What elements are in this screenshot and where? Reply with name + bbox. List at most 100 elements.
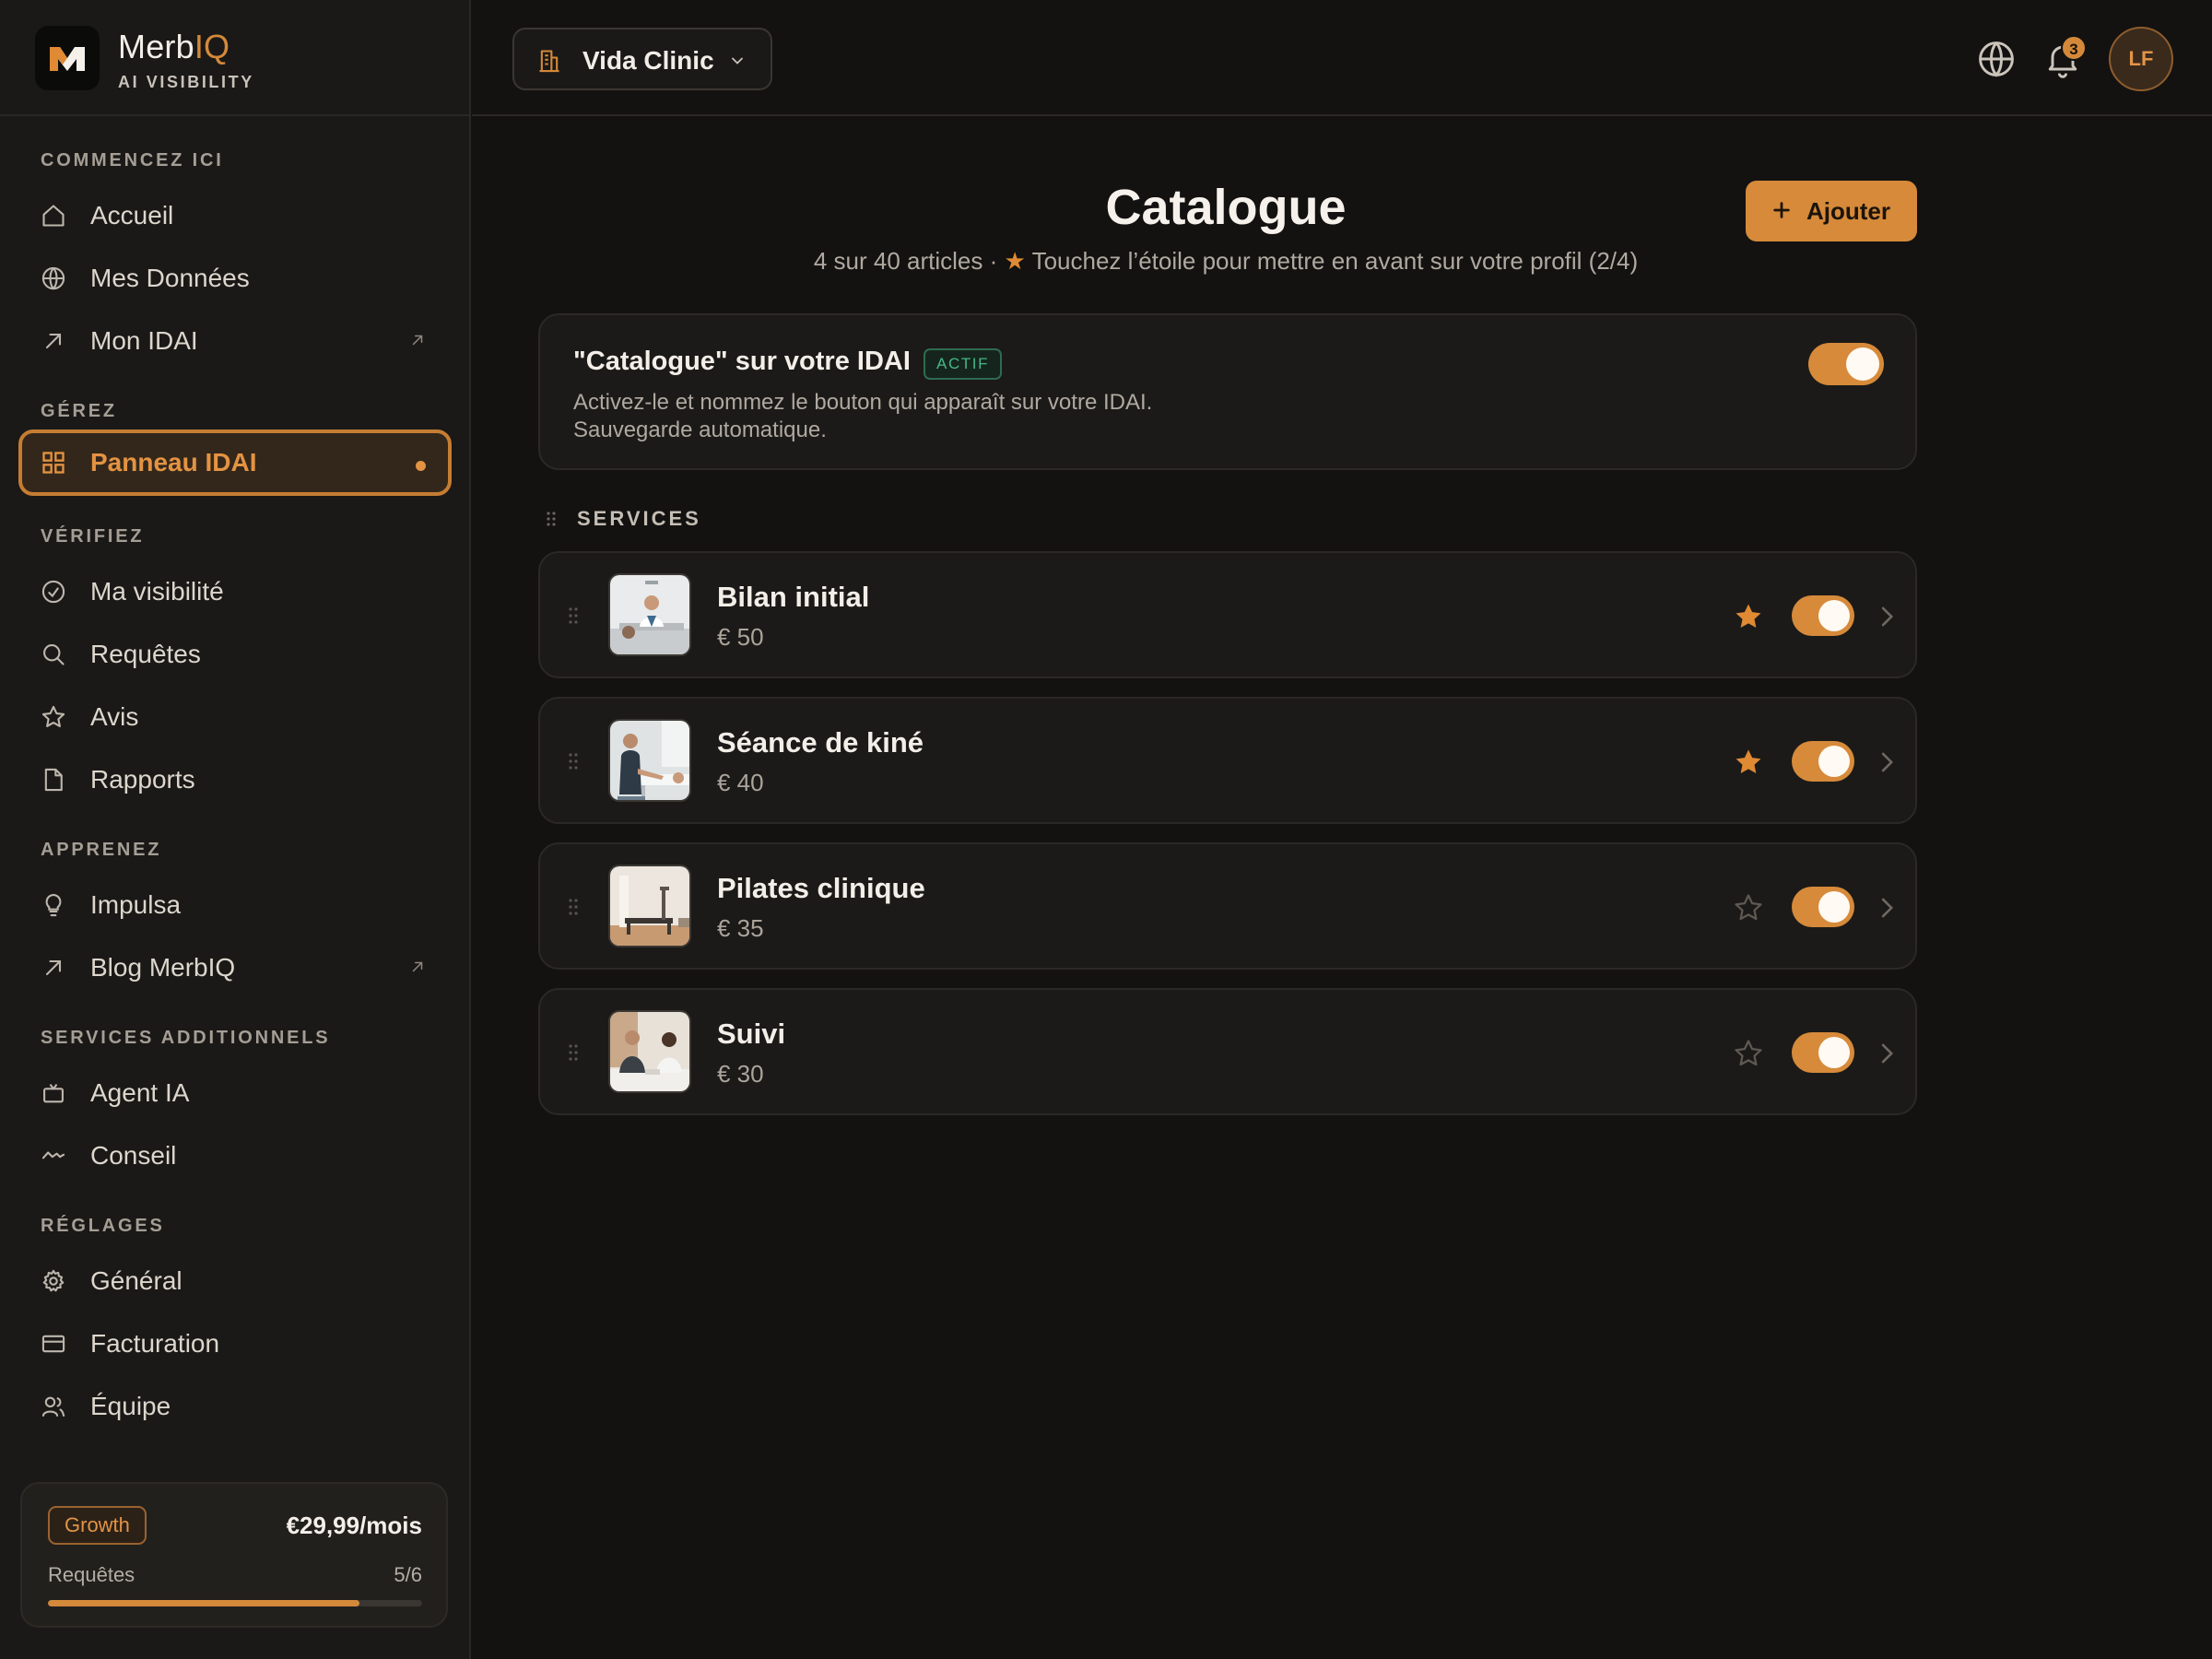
service-thumbnail <box>608 573 691 656</box>
sidebar-item-equipe[interactable]: Équipe <box>18 1373 452 1440</box>
drag-handle-icon[interactable] <box>546 511 557 527</box>
arrow-up-right-icon <box>45 333 62 349</box>
service-enable-toggle[interactable] <box>1792 887 1854 927</box>
sidebar-item-label: Mes Données <box>90 264 250 292</box>
catalogue-enable-toggle[interactable] <box>1808 343 1884 385</box>
sidebar-item-accueil[interactable]: Accueil <box>18 182 452 249</box>
chevron-right-icon[interactable] <box>1878 1041 1895 1065</box>
plan-price: €29,99/mois <box>286 1512 422 1539</box>
toggle-knob <box>1818 1037 1850 1068</box>
drag-handle-icon[interactable] <box>568 752 579 771</box>
feature-title: "Catalogue" sur votre IDAI <box>573 347 911 376</box>
sidebar-item-label: Mon IDAI <box>90 326 198 355</box>
users-icon <box>41 1396 65 1417</box>
sidebar-item-label: Équipe <box>90 1392 171 1420</box>
plan-badge: Growth <box>48 1506 147 1545</box>
service-thumbnail <box>608 719 691 802</box>
follow-up-consultation-photo-icon <box>610 1012 689 1091</box>
sidebar-item-label: Agent IA <box>90 1078 190 1107</box>
service-enable-toggle[interactable] <box>1792 1032 1854 1073</box>
plus-icon <box>1773 202 1790 218</box>
brand-logo[interactable] <box>35 26 100 90</box>
nav-section-learn: APPRENEZ <box>41 840 162 860</box>
chevron-right-icon[interactable] <box>1878 605 1895 629</box>
star-filled-icon[interactable] <box>1733 601 1764 632</box>
service-row[interactable]: Suivi € 30 <box>538 988 1917 1115</box>
sidebar-item-facturation[interactable]: Facturation <box>18 1311 452 1377</box>
sidebar-item-requetes[interactable]: Requêtes <box>18 621 452 688</box>
sidebar-item-mon-idai[interactable]: Mon IDAI <box>18 308 452 374</box>
brand-subtitle: AI VISIBILITY <box>118 73 254 91</box>
star-outline-icon[interactable] <box>1733 892 1764 924</box>
service-name: Séance de kiné <box>717 726 924 759</box>
usage-count: 5/6 <box>394 1563 422 1586</box>
bot-icon <box>43 1084 64 1103</box>
service-row[interactable]: Bilan initial € 50 <box>538 551 1917 678</box>
sidebar-item-label: Général <box>90 1266 182 1295</box>
home-icon <box>42 205 65 227</box>
service-name: Pilates clinique <box>717 872 925 904</box>
nav-section-start: COMMENCEZ ICI <box>41 150 224 171</box>
catalogue-feature-card: "Catalogue" sur votre IDAI ACTIF Activez… <box>538 313 1917 470</box>
physio-session-photo-icon <box>610 721 689 800</box>
activity-icon <box>41 1151 65 1159</box>
drag-handle-icon[interactable] <box>568 898 579 916</box>
star-glyph: ★ <box>1004 247 1026 275</box>
usage-progress-bar <box>48 1600 422 1606</box>
toggle-knob <box>1818 600 1850 631</box>
active-indicator <box>416 461 426 471</box>
sidebar-item-label: Impulsa <box>90 890 182 919</box>
star-filled-icon[interactable] <box>1733 747 1764 778</box>
building-icon <box>539 50 559 73</box>
sidebar-item-blog[interactable]: Blog MerbIQ <box>18 935 452 1001</box>
pilates-room-photo-icon <box>610 866 689 946</box>
plan-card[interactable]: Growth €29,99/mois Requêtes 5/6 <box>20 1482 448 1628</box>
arrow-up-right-icon <box>45 959 62 976</box>
toggle-knob <box>1818 891 1850 923</box>
feature-hint-text: Touchez l’étoile pour mettre en avant su… <box>1031 247 1639 275</box>
star-outline-icon[interactable] <box>1733 1038 1764 1069</box>
usage-label: Requêtes <box>48 1563 135 1586</box>
nav-section-manage: GÉREZ <box>41 401 117 421</box>
chevron-down-icon <box>732 57 743 65</box>
sidebar-item-impulsa[interactable]: Impulsa <box>18 872 452 938</box>
sidebar-item-conseil[interactable]: Conseil <box>18 1123 452 1189</box>
org-switcher[interactable]: Vida Clinic <box>512 28 772 90</box>
external-link-icon <box>412 961 423 972</box>
grid-icon <box>42 452 65 474</box>
sidebar-item-agent-ia[interactable]: Agent IA <box>18 1060 452 1126</box>
nav-section-settings: RÉGLAGES <box>41 1216 165 1236</box>
nav-section-services: SERVICES ADDITIONNELS <box>41 1028 331 1048</box>
service-enable-toggle[interactable] <box>1792 741 1854 782</box>
drag-handle-icon[interactable] <box>568 606 579 625</box>
sidebar-item-panneau-idai[interactable]: Panneau IDAI <box>18 429 452 496</box>
chevron-right-icon[interactable] <box>1878 750 1895 774</box>
sidebar-item-general[interactable]: Général <box>18 1248 452 1314</box>
language-globe-icon[interactable] <box>1976 39 2017 79</box>
service-enable-toggle[interactable] <box>1792 595 1854 636</box>
service-row[interactable]: Séance de kiné € 40 <box>538 697 1917 824</box>
globe-icon <box>41 266 65 290</box>
sidebar-item-label: Panneau IDAI <box>90 448 257 477</box>
document-icon <box>44 768 63 792</box>
toggle-knob <box>1846 347 1879 381</box>
service-price: € 40 <box>717 769 764 796</box>
drag-handle-icon[interactable] <box>568 1043 579 1062</box>
external-link-icon <box>412 335 423 346</box>
sidebar-item-mes-donnees[interactable]: Mes Données <box>18 245 452 312</box>
gauge-icon <box>41 580 65 604</box>
user-avatar[interactable]: LF <box>2109 27 2173 91</box>
sidebar-item-avis[interactable]: Avis <box>18 684 452 750</box>
service-price: € 35 <box>717 914 764 942</box>
sidebar-item-label: Ma visibilité <box>90 577 224 606</box>
sidebar-item-label: Avis <box>90 702 139 731</box>
topbar: Vida Clinic 3 LF <box>472 0 2212 116</box>
sidebar-item-rapports[interactable]: Rapports <box>18 747 452 813</box>
service-row[interactable]: Pilates clinique € 35 <box>538 842 1917 970</box>
sidebar-item-ma-visibilite[interactable]: Ma visibilité <box>18 559 452 625</box>
nav-section-verify: VÉRIFIEZ <box>41 526 145 547</box>
add-button[interactable]: Ajouter <box>1746 181 1917 241</box>
sidebar: MerbIQ AI VISIBILITY COMMENCEZ ICI Accue… <box>0 0 471 1659</box>
chevron-right-icon[interactable] <box>1878 896 1895 920</box>
sidebar-item-label: Rapports <box>90 765 195 794</box>
